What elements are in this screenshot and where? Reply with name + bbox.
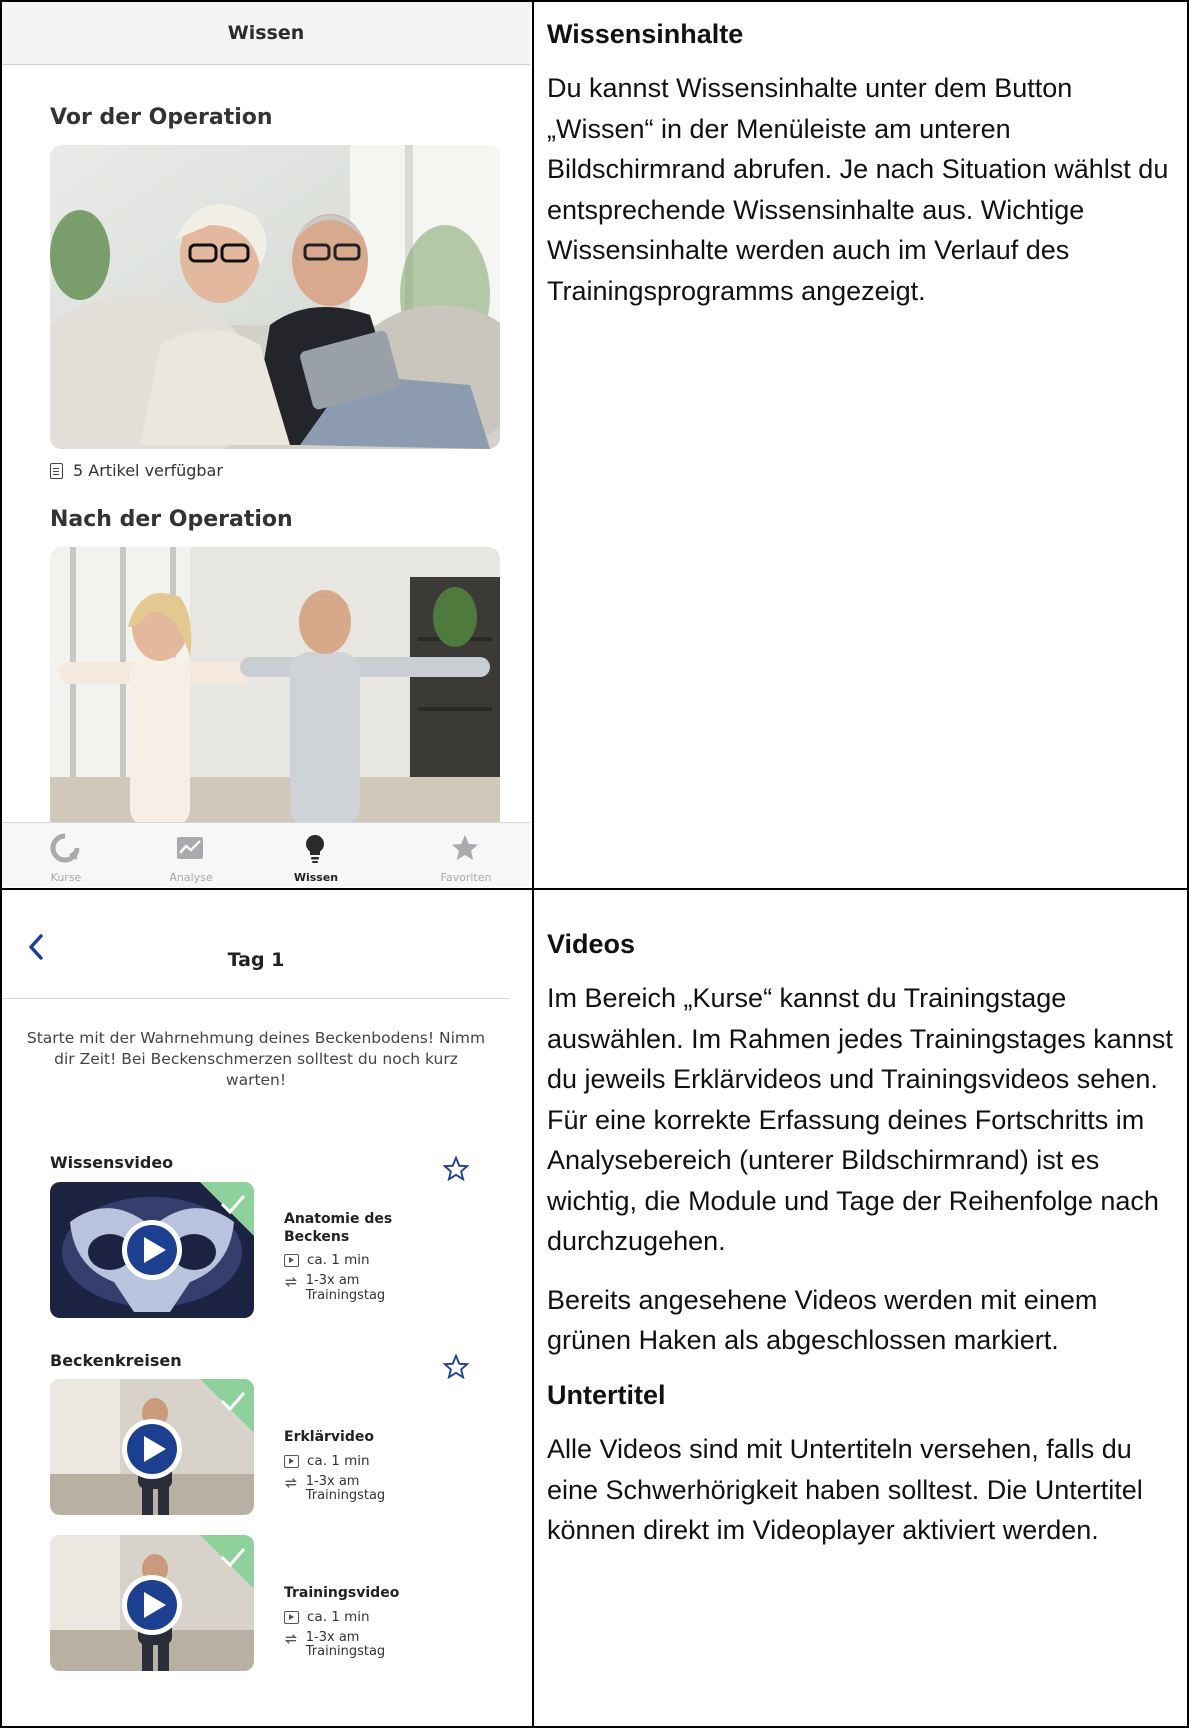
repeat-icon xyxy=(284,1633,297,1644)
repeat-icon xyxy=(284,1277,297,1287)
video-info-erklaervideo: Erklärvideo ca. 1 min 1-3x am Trainingst… xyxy=(284,1429,424,1504)
videos-description: Videos Im Bereich „Kurse“ kannst du Trai… xyxy=(547,928,1179,1569)
video-thumbnail-erklaervideo[interactable] xyxy=(50,1379,254,1515)
play-small-icon xyxy=(284,1454,299,1468)
tab-analyse[interactable]: Analyse xyxy=(141,823,241,887)
repeat-icon xyxy=(284,1477,297,1488)
knowledge-description: Wissensinhalte Du kannst Wissensinhalte … xyxy=(547,18,1177,329)
video-thumbnail-trainingsvideo[interactable] xyxy=(50,1535,254,1671)
before-surgery-photo[interactable] xyxy=(50,145,500,449)
video-duration-row: ca. 1 min xyxy=(284,1252,424,1268)
wissen-screen: Wissen Vor der Operation 5 Artikel verfü… xyxy=(2,2,530,887)
articles-available: 5 Artikel verfügbar xyxy=(50,461,223,480)
video-repeat: 1-3x am Trainingstag xyxy=(305,1473,386,1504)
tab-label-kurse: Kurse xyxy=(50,871,82,884)
video-duration-row: ca. 1 min xyxy=(284,1453,424,1469)
paragraph-videos: Im Bereich „Kurse“ kannst du Trainingsta… xyxy=(547,983,1173,1257)
section-title-after-surgery: Nach der Operation xyxy=(50,507,293,532)
tab-label-wissen: Wissen xyxy=(293,871,339,884)
table-border-middle xyxy=(0,888,1189,890)
after-surgery-photo[interactable] xyxy=(50,547,500,827)
tab-label-favoriten: Favoriten xyxy=(440,871,492,884)
favorite-star-icon[interactable] xyxy=(442,1353,470,1381)
couple-exercise-image xyxy=(50,547,500,827)
video-repeat: 1-3x am Trainingstag xyxy=(305,1273,386,1303)
paragraph-wissensinhalte: Du kannst Wissensinhalte unter dem Butto… xyxy=(547,73,1169,306)
refresh-icon xyxy=(50,833,80,863)
star-icon xyxy=(452,835,478,860)
video-duration-row: ca. 1 min xyxy=(284,1609,424,1625)
heading-videos: Videos xyxy=(547,929,636,959)
instruction-table: Wissen Vor der Operation 5 Artikel verfü… xyxy=(0,0,1189,1728)
video-repeat-row: 1-3x am Trainingstag xyxy=(284,1473,424,1505)
paragraph-completed: Bereits angesehene Videos werden mit ein… xyxy=(547,1284,1098,1356)
video-repeat: 1-3x am Trainingstag xyxy=(305,1629,386,1660)
video-name: Anatomie des Beckens xyxy=(284,1211,393,1245)
articles-available-label: 5 Artikel verfügbar xyxy=(73,461,223,480)
document-icon xyxy=(50,462,63,479)
paragraph-untertitel: Alle Videos sind mit Untertiteln versehe… xyxy=(547,1434,1143,1546)
favorite-star-icon[interactable] xyxy=(442,1155,470,1183)
video-duration: ca. 1 min xyxy=(307,1252,370,1268)
group-heading-wissensvideo: Wissensvideo xyxy=(50,1153,174,1172)
heading-wissensinhalte: Wissensinhalte xyxy=(547,19,744,49)
tab-wissen[interactable]: Wissen xyxy=(266,823,366,887)
trainer-video-image xyxy=(50,1379,254,1515)
day-title: Tag 1 xyxy=(227,949,285,971)
video-repeat-row: 1-3x am Trainingstag xyxy=(284,1273,424,1304)
tab-label-analyse: Analyse xyxy=(169,871,213,884)
group-heading-beckenkreisen: Beckenkreisen xyxy=(50,1351,182,1370)
trainer-video-image xyxy=(50,1535,254,1671)
video-thumbnail-anatomie[interactable] xyxy=(50,1182,254,1318)
pelvis-video-image xyxy=(50,1182,254,1318)
day-screen: Tag 1 Starte mit der Wahrnehmung deines … xyxy=(2,893,530,1723)
chart-icon xyxy=(177,837,203,859)
video-info-trainingsvideo: Trainingsvideo ca. 1 min 1-3x am Trainin… xyxy=(284,1585,424,1660)
day-header: Tag 1 xyxy=(2,893,510,999)
couple-tablet-image xyxy=(50,145,500,449)
heading-untertitel: Untertitel xyxy=(547,1379,666,1410)
video-duration: ca. 1 min xyxy=(307,1608,370,1625)
video-name: Trainingsvideo xyxy=(284,1585,400,1601)
table-border-column xyxy=(532,0,534,1728)
play-small-icon xyxy=(284,1610,299,1624)
day-intro-text: Starte mit der Wahrnehmung deines Becken… xyxy=(26,1029,486,1089)
screen-title: Wissen xyxy=(2,2,530,65)
section-title-before-surgery: Vor der Operation xyxy=(50,105,273,130)
video-duration: ca. 1 min xyxy=(307,1452,370,1469)
day-intro: Starte mit der Wahrnehmung deines Becken… xyxy=(2,1028,510,1091)
play-small-icon xyxy=(284,1254,299,1267)
bottom-tab-bar: Kurse Analyse Wissen Favoriten xyxy=(2,822,530,887)
video-repeat-row: 1-3x am Trainingstag xyxy=(284,1629,424,1661)
lightbulb-icon xyxy=(306,835,324,863)
video-info-anatomie: Anatomie des Beckens ca. 1 min 1-3x am T… xyxy=(284,1211,424,1304)
tab-kurse[interactable]: Kurse xyxy=(16,823,116,887)
tab-favoriten[interactable]: Favoriten xyxy=(416,823,516,887)
video-name: Erklärvideo xyxy=(284,1429,374,1445)
